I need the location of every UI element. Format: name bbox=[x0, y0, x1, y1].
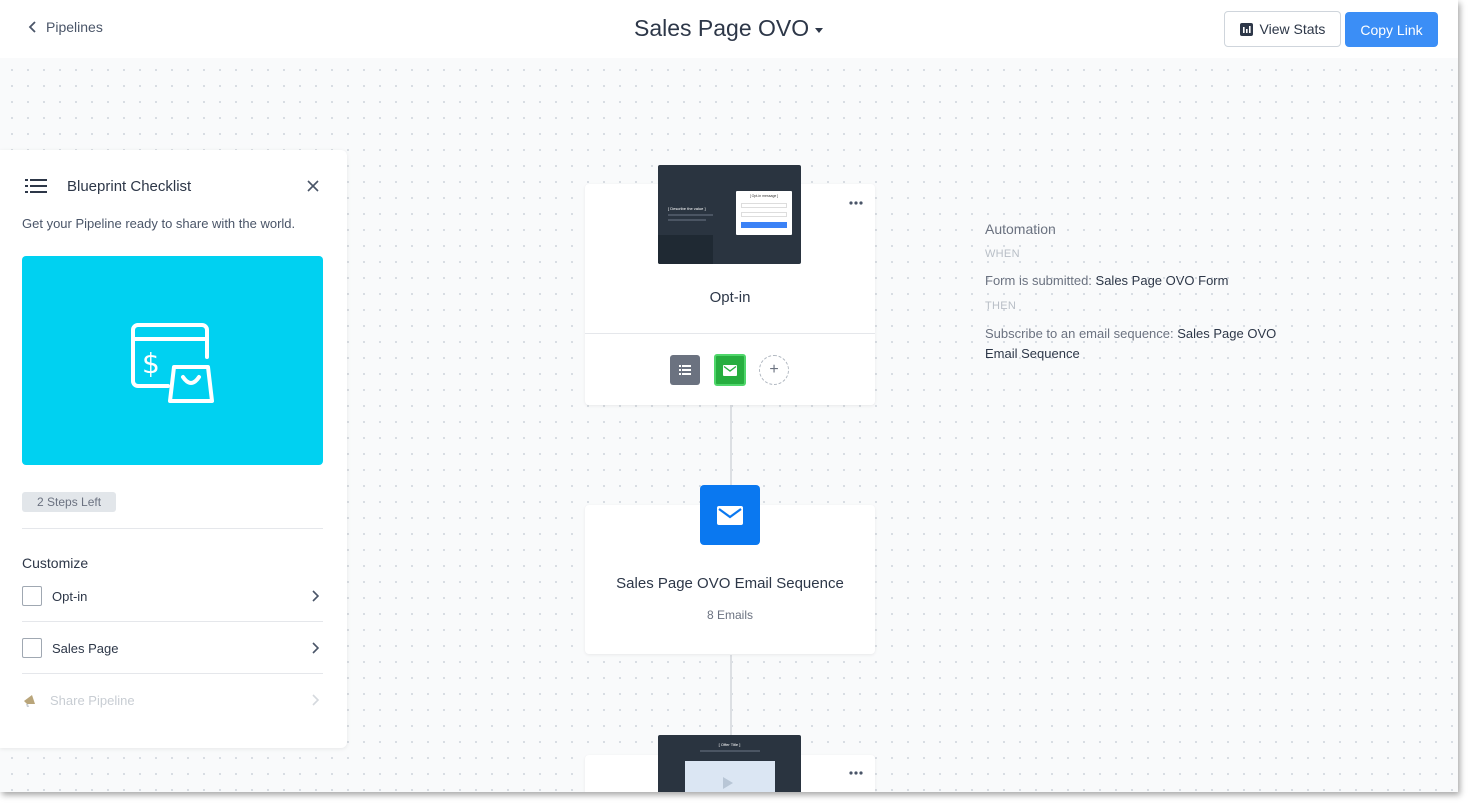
checklist-subtitle: Get your Pipeline ready to share with th… bbox=[22, 216, 296, 231]
email-count: 8 Emails bbox=[706, 608, 753, 622]
copy-link-button[interactable]: Copy Link bbox=[1345, 12, 1438, 47]
thumb-shadow bbox=[658, 235, 713, 264]
chevron-right-icon bbox=[312, 590, 319, 602]
copy-link-label: Copy Link bbox=[1360, 21, 1423, 38]
list-icon bbox=[25, 179, 47, 193]
thumb-form-field bbox=[741, 212, 787, 217]
thumb-text-line bbox=[700, 750, 760, 752]
checklist-item-opt-in[interactable]: Opt-in bbox=[22, 585, 323, 607]
svg-text:$: $ bbox=[142, 347, 160, 380]
storefront-shopping-bag-icon: $ bbox=[131, 323, 214, 403]
when-description: Form is submitted: Sales Page OVO Form bbox=[985, 273, 1228, 288]
thumb-text-line bbox=[668, 214, 713, 216]
more-options-icon[interactable] bbox=[849, 201, 863, 205]
checklist-item-label: Share Pipeline bbox=[50, 692, 135, 708]
sales-page-thumbnail[interactable]: [ Offer Title ] bbox=[658, 735, 801, 792]
add-action-button[interactable]: + bbox=[759, 355, 789, 385]
checklist-item-share-pipeline[interactable]: Share Pipeline bbox=[22, 689, 323, 711]
thumb-form-button bbox=[741, 222, 787, 228]
optin-page-thumbnail[interactable]: [ Describe the value ] [ Opt-in message … bbox=[658, 165, 801, 264]
automation-title: Automation bbox=[985, 221, 1056, 237]
bar-chart-icon bbox=[1239, 22, 1253, 36]
divider bbox=[585, 333, 875, 334]
back-to-pipelines-link[interactable]: Pipelines bbox=[28, 19, 103, 35]
play-icon bbox=[723, 777, 733, 789]
divider bbox=[22, 621, 323, 622]
caret-down-icon bbox=[815, 28, 824, 33]
view-stats-label: View Stats bbox=[1259, 21, 1326, 37]
checklist-item-label: Opt-in bbox=[52, 588, 88, 604]
thumb-heading: [ Offer Title ] bbox=[718, 742, 741, 747]
close-icon[interactable] bbox=[306, 179, 320, 193]
megaphone-icon bbox=[24, 695, 35, 707]
then-prefix: Subscribe to an email sequence: bbox=[985, 326, 1178, 341]
checkbox[interactable] bbox=[22, 638, 42, 658]
email-action-button[interactable] bbox=[714, 354, 746, 386]
app-window: Pipelines Sales Page OVO View Stats Copy… bbox=[0, 0, 1458, 792]
envelope-icon bbox=[717, 505, 743, 525]
connector-line bbox=[730, 405, 732, 485]
chevron-right-icon bbox=[312, 694, 319, 706]
thumb-form: [ Opt-in message ] bbox=[736, 191, 792, 235]
envelope-icon bbox=[723, 364, 737, 376]
thumb-video-placeholder bbox=[685, 761, 775, 792]
chevron-left-icon bbox=[28, 21, 36, 33]
email-sequence-title: Sales Page OVO Email Sequence bbox=[616, 575, 844, 592]
checklist-hero-image: $ bbox=[22, 256, 323, 465]
email-sequence-icon[interactable] bbox=[700, 485, 760, 545]
more-options-icon[interactable] bbox=[849, 771, 863, 775]
divider bbox=[22, 673, 323, 674]
customize-section-label: Customize bbox=[22, 555, 89, 571]
chevron-right-icon bbox=[312, 642, 319, 654]
thumb-form-title: [ Opt-in message ] bbox=[749, 194, 779, 198]
then-description: Subscribe to an email sequence: Sales Pa… bbox=[985, 324, 1285, 364]
thumb-form-field bbox=[741, 203, 787, 208]
checklist-item-label: Sales Page bbox=[52, 640, 119, 656]
optin-node-title: Opt-in bbox=[709, 289, 751, 306]
top-header: Pipelines Sales Page OVO View Stats Copy… bbox=[0, 0, 1458, 58]
when-label: WHEN bbox=[985, 248, 1020, 260]
thumb-text-line bbox=[668, 219, 706, 221]
view-stats-button[interactable]: View Stats bbox=[1224, 11, 1341, 47]
checklist-item-sales-page[interactable]: Sales Page bbox=[22, 637, 323, 659]
pipeline-title-dropdown[interactable]: Sales Page OVO bbox=[634, 15, 824, 42]
when-prefix: Form is submitted: bbox=[985, 273, 1096, 288]
list-icon bbox=[679, 365, 691, 375]
checkbox[interactable] bbox=[22, 586, 42, 606]
checklist-title: Blueprint Checklist bbox=[67, 178, 192, 195]
when-value: Sales Page OVO Form bbox=[1095, 273, 1229, 288]
back-link-label: Pipelines bbox=[46, 19, 103, 35]
page-title: Sales Page OVO bbox=[634, 15, 810, 41]
divider bbox=[22, 528, 323, 529]
form-action-button[interactable] bbox=[670, 355, 700, 385]
plus-icon: + bbox=[769, 361, 779, 378]
thumb-heading: [ Describe the value ] bbox=[668, 206, 706, 211]
steps-left-badge: 2 Steps Left bbox=[22, 492, 117, 512]
then-label: THEN bbox=[985, 300, 1017, 312]
